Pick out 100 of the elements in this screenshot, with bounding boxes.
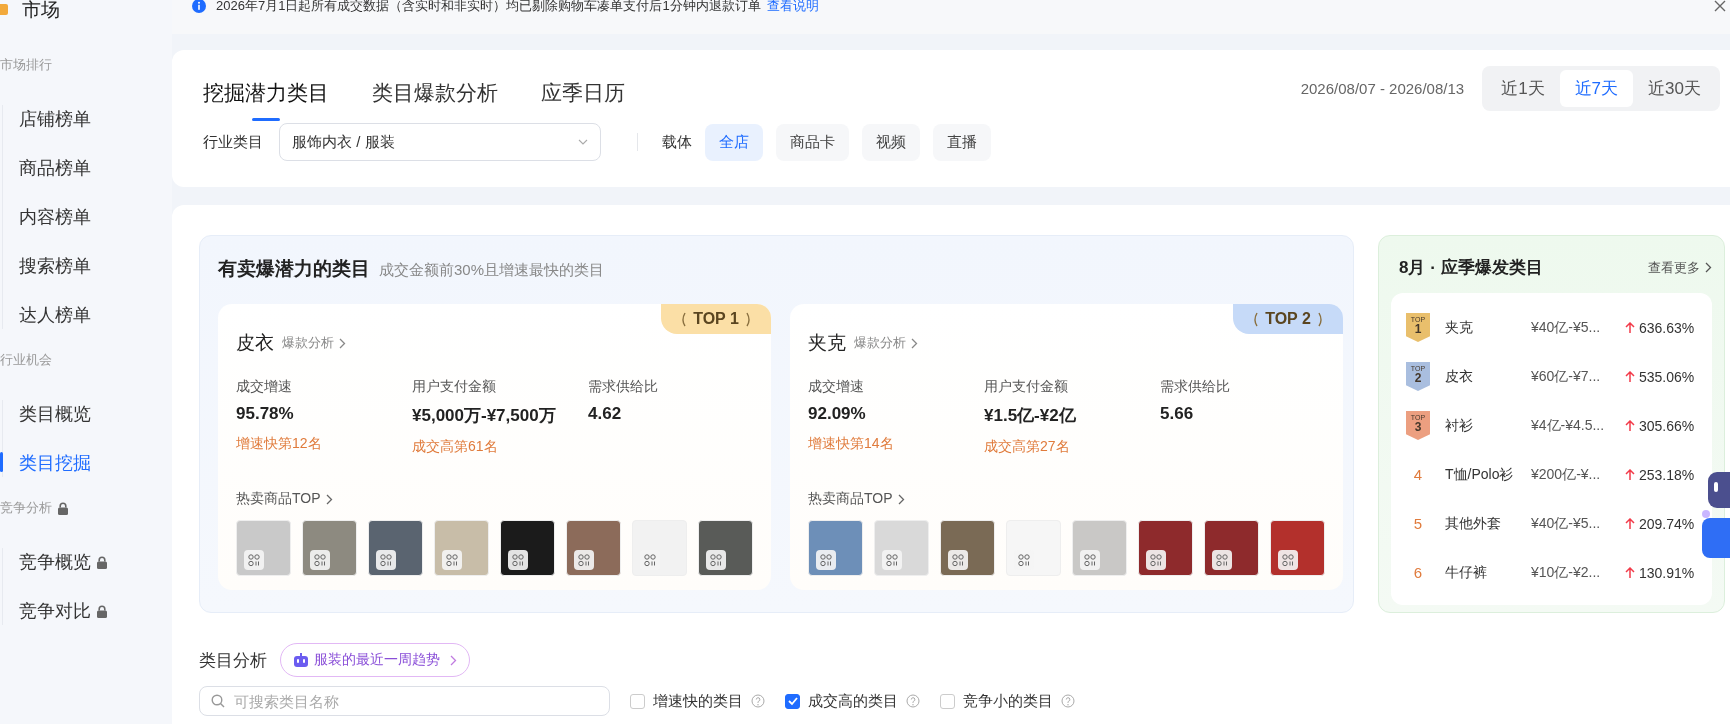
- tab[interactable]: 挖掘潜力类目: [203, 72, 329, 121]
- badge-icon: [310, 550, 330, 570]
- metric-label: 用户支付金额: [984, 378, 1069, 396]
- period-option[interactable]: 近1天: [1486, 70, 1560, 107]
- sidebar-item[interactable]: 类目挖掘: [3, 449, 91, 477]
- lock-icon: [57, 501, 69, 515]
- help-icon: [751, 694, 765, 708]
- rank-note: 成交高第61名: [412, 438, 499, 456]
- trend-button[interactable]: 服装的最近一周趋势: [280, 643, 470, 677]
- rank-number: 4: [1413, 466, 1423, 483]
- metric-value: ¥5,000万-¥7,500万: [412, 405, 557, 427]
- carrier-chip[interactable]: 商品卡: [776, 123, 849, 161]
- notice-link[interactable]: 查看说明: [766, 0, 819, 15]
- chevron-right-icon: [911, 337, 918, 349]
- up-arrow-icon: [1625, 468, 1635, 481]
- chevron-right-icon: [1705, 262, 1712, 273]
- up-arrow-icon: [1625, 419, 1635, 432]
- sidebar-item[interactable]: 内容榜单: [3, 203, 91, 231]
- panel-title: 8月 · 应季爆发类目: [1399, 257, 1543, 279]
- metric-value: 95.78%: [236, 404, 295, 424]
- up-arrow-icon: [1625, 517, 1635, 530]
- badge-icon: [442, 550, 462, 570]
- sidebar-item[interactable]: 搜索榜单: [3, 252, 91, 280]
- carrier-chip[interactable]: 直播: [933, 123, 991, 161]
- chevron-down-icon: [578, 139, 588, 145]
- tab[interactable]: 应季日历: [541, 72, 625, 121]
- rank-number: 6: [1413, 564, 1423, 581]
- checkbox-label: 竞争小的类目: [963, 691, 1053, 711]
- search-field[interactable]: 可搜索类目名称: [199, 686, 610, 716]
- badge-icon: [706, 550, 726, 570]
- ranking-row[interactable]: 4 T恤/Polo衫 ¥200亿-¥... 253.18%: [1405, 450, 1704, 499]
- badge-icon: [882, 550, 902, 570]
- lock-icon: [96, 555, 108, 569]
- period-option[interactable]: 近30天: [1633, 70, 1716, 107]
- analysis-link[interactable]: 爆款分析: [282, 334, 346, 352]
- photo-placeholder[interactable]: [1138, 520, 1193, 576]
- chevron-right-icon: [897, 493, 905, 505]
- help-icon: [906, 694, 920, 708]
- date-range: 2026/08/07 - 2026/08/13: [1300, 80, 1465, 97]
- sidebar-section-label: 竞争分析: [0, 499, 69, 517]
- metric-value: ¥1.5亿-¥2亿: [984, 405, 1077, 427]
- chevron-right-icon: [339, 337, 346, 349]
- growth-rate: 209.74%: [1639, 515, 1695, 532]
- lock-icon: [96, 604, 108, 618]
- up-arrow-icon: [1625, 321, 1635, 334]
- badge-icon: [244, 550, 264, 570]
- category-name: 夹克: [808, 331, 846, 355]
- robot-icon: [293, 652, 309, 668]
- period-option[interactable]: 近7天: [1559, 70, 1634, 107]
- badge-icon: [1080, 550, 1100, 570]
- sidebar-section-label: 行业机会: [0, 351, 52, 369]
- more-link[interactable]: 查看更多: [1648, 258, 1712, 277]
- hot-products-link[interactable]: 热卖商品TOP: [236, 490, 333, 508]
- panel-title: 有卖爆潜力的类目: [218, 257, 370, 281]
- growth-rate: 253.18%: [1639, 466, 1695, 483]
- sidebar-item[interactable]: 店铺榜单: [3, 105, 91, 133]
- category-name: 其他外套: [1445, 514, 1502, 533]
- tab[interactable]: 类目爆款分析: [372, 72, 498, 121]
- growth-rate: 636.63%: [1639, 319, 1695, 336]
- photo-placeholder[interactable]: [1204, 520, 1259, 576]
- amount-range: ¥40亿-¥5...: [1531, 318, 1602, 337]
- category-name: 皮衣: [1445, 367, 1474, 386]
- checkbox[interactable]: [785, 693, 800, 709]
- badge-icon: [376, 550, 396, 570]
- sidebar-item[interactable]: 竞争概览: [3, 548, 108, 576]
- search-icon: [211, 694, 225, 708]
- metric-value: 4.62: [588, 404, 623, 424]
- hot-products-link[interactable]: 热卖商品TOP: [808, 490, 905, 508]
- carrier-chip[interactable]: 视频: [862, 123, 920, 161]
- metric-label: 成交增速: [236, 378, 293, 396]
- industry-dropdown[interactable]: 服饰内衣 / 服装: [279, 123, 601, 161]
- badge-icon: [816, 550, 836, 570]
- category-name: 牛仔裤: [1445, 563, 1488, 582]
- up-arrow-icon: [1625, 566, 1635, 579]
- badge-icon: [1278, 550, 1298, 570]
- sidebar-item[interactable]: 竞争对比: [3, 597, 108, 625]
- up-arrow-icon: [1625, 370, 1635, 383]
- analysis-link[interactable]: 爆款分析: [854, 334, 918, 352]
- sidebar-item[interactable]: 商品榜单: [3, 154, 91, 182]
- amount-range: ¥200亿-¥...: [1531, 465, 1602, 484]
- sidebar-item[interactable]: 达人榜单: [3, 301, 91, 329]
- badge-icon: [1212, 550, 1232, 570]
- amount-range: ¥4亿-¥4.5...: [1531, 416, 1606, 435]
- carrier-chip[interactable]: 全店: [705, 123, 763, 161]
- checkbox[interactable]: [940, 693, 955, 709]
- metric-label: 需求供给比: [588, 378, 659, 396]
- amount-range: ¥60亿-¥7...: [1531, 367, 1602, 386]
- field-label: 行业类目: [203, 132, 263, 152]
- badge-icon: [948, 550, 968, 570]
- photo-placeholder[interactable]: [500, 520, 555, 576]
- rank-note: 增速快第12名: [236, 435, 323, 453]
- sidebar-item[interactable]: 类目概览: [3, 400, 91, 428]
- growth-rate: 130.91%: [1639, 564, 1695, 581]
- ranking-row[interactable]: 6 牛仔裤 ¥10亿-¥2... 130.91%: [1405, 548, 1704, 597]
- checkbox[interactable]: [630, 693, 645, 709]
- ranking-row[interactable]: 5 其他外套 ¥40亿-¥5... 209.74%: [1405, 499, 1704, 548]
- sidebar-title: 市场: [22, 0, 60, 22]
- rank-ribbon: TOP 1: [661, 304, 771, 334]
- badge-icon: [508, 550, 528, 570]
- amount-range: ¥40亿-¥5...: [1531, 514, 1602, 533]
